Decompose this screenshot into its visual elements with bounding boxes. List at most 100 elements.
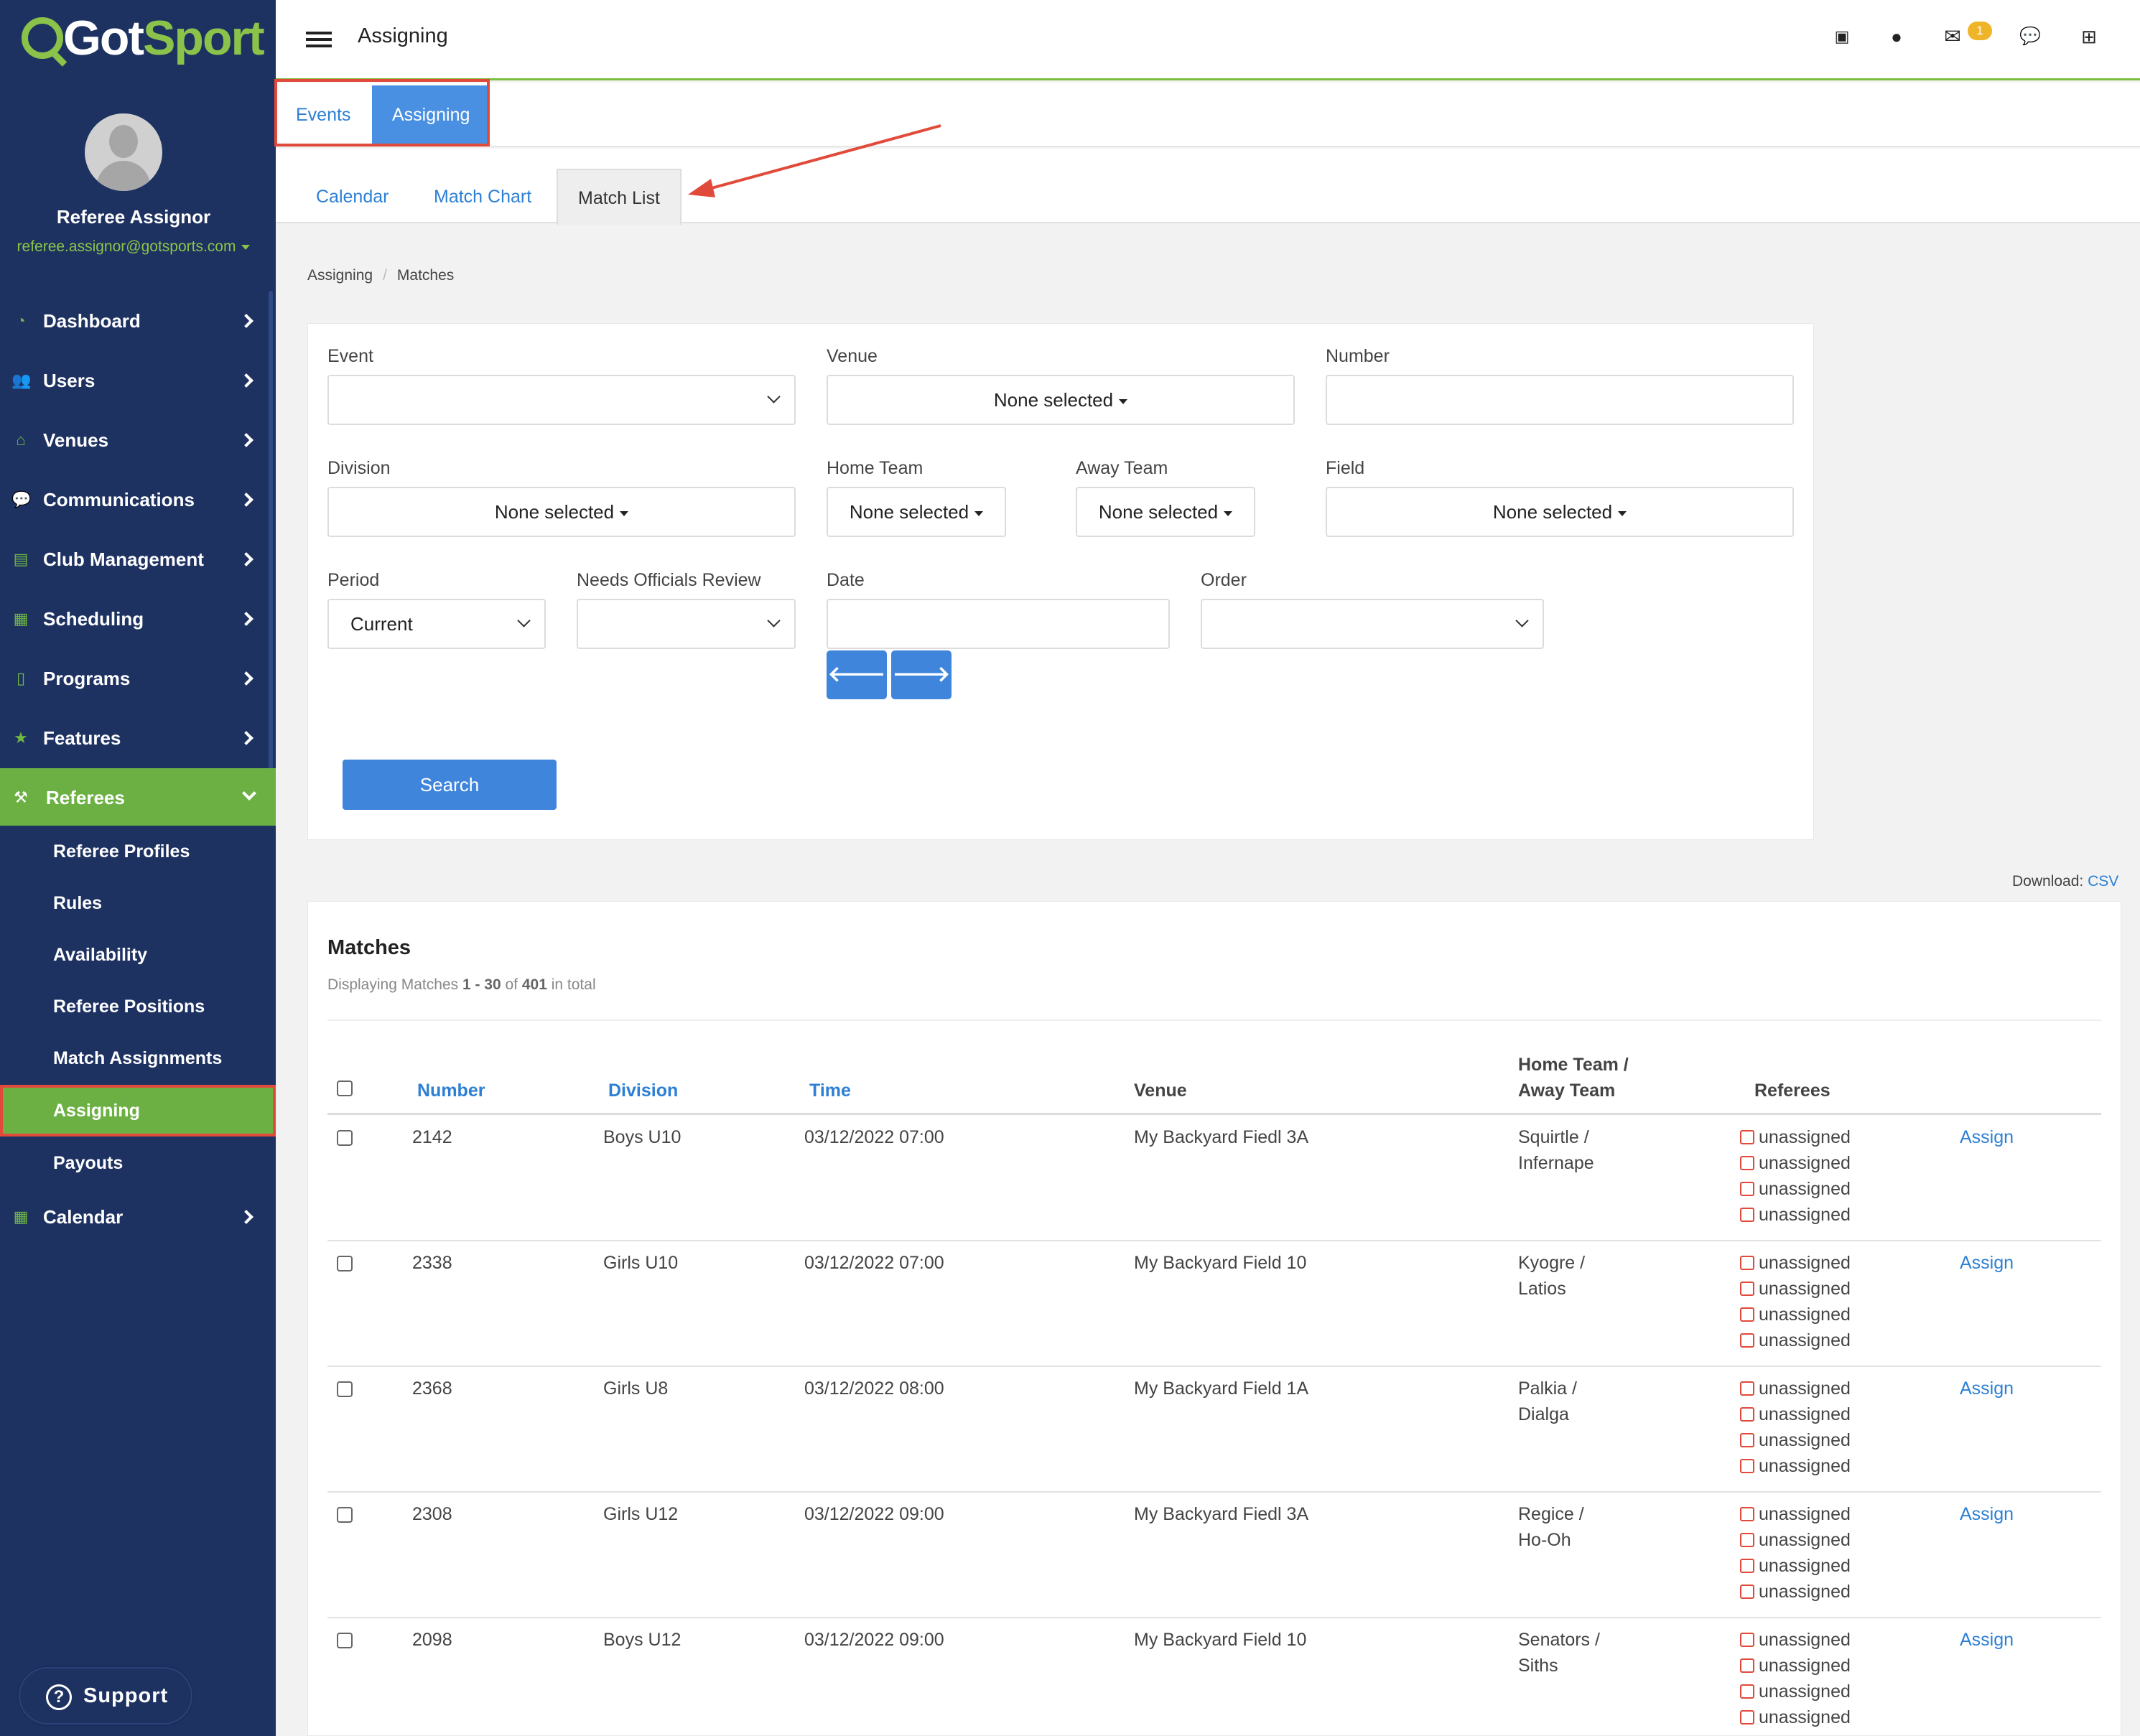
row-checkbox[interactable] [337, 1256, 353, 1271]
away-team-multiselect[interactable]: None selected [1076, 487, 1255, 537]
needs-review-select[interactable] [577, 599, 796, 649]
assign-link[interactable]: Assign [1960, 1378, 2014, 1399]
breadcrumb-assigning[interactable]: Assigning [307, 267, 373, 284]
sidebar-item-users[interactable]: 👥 Users [0, 351, 276, 410]
referee-slot[interactable]: unassigned [1740, 1330, 1851, 1351]
next-date-button[interactable]: 🡒 [891, 650, 952, 699]
away-team-column-header: Away Team [1518, 1081, 1616, 1101]
division-column-header[interactable]: Division [608, 1081, 678, 1101]
sidebar-item-club-management[interactable]: ▤ Club Management [0, 530, 276, 589]
sidebar-subitem-assigning[interactable]: Assigning [0, 1085, 276, 1137]
sidebar-subitem-match-assignments[interactable]: Match Assignments [0, 1032, 276, 1084]
referee-slot[interactable]: unassigned [1740, 1179, 1851, 1200]
referee-slot[interactable]: unassigned [1740, 1253, 1851, 1274]
referee-slot[interactable]: unassigned [1740, 1656, 1851, 1676]
highlight-box [274, 79, 490, 146]
assign-link[interactable]: Assign [1960, 1630, 2014, 1651]
referee-slot[interactable]: unassigned [1740, 1153, 1851, 1174]
field-multiselect[interactable]: None selected [1326, 487, 1794, 537]
csv-download-link[interactable]: CSV [2088, 873, 2118, 890]
order-label: Order [1201, 570, 1247, 590]
sidebar-subitem-referee-positions[interactable]: Referee Positions [0, 981, 276, 1032]
referee-slot[interactable]: unassigned [1740, 1430, 1851, 1451]
sidebar-item-features[interactable]: ★ Features [0, 709, 276, 767]
division-multiselect[interactable]: None selected [327, 487, 796, 537]
annotation-arrow [688, 124, 941, 197]
sidebar-subitem-rules[interactable]: Rules [0, 877, 276, 929]
assign-link[interactable]: Assign [1960, 1253, 2014, 1274]
row-checkbox[interactable] [337, 1130, 353, 1146]
referee-slot[interactable]: unassigned [1740, 1404, 1851, 1425]
sidebar-subitem-payouts[interactable]: Payouts [0, 1137, 276, 1189]
tab-calendar[interactable]: Calendar [296, 169, 409, 225]
chevron-right-icon [239, 671, 253, 686]
scheduling-icon: ▦ [13, 610, 29, 627]
referee-slot[interactable]: unassigned [1740, 1630, 1851, 1651]
number-column-header[interactable]: Number [417, 1081, 485, 1101]
period-select[interactable]: Current [327, 599, 546, 649]
sidebar-subitem-referee-profiles[interactable]: Referee Profiles [0, 826, 276, 877]
sidebar-item-scheduling[interactable]: ▦ Scheduling [0, 589, 276, 648]
hamburger-menu-icon[interactable] [306, 32, 332, 49]
select-all-checkbox[interactable] [337, 1081, 353, 1096]
sidebar-item-dashboard[interactable]: ◔ Dashboard [0, 291, 276, 350]
search-button[interactable]: Search [343, 760, 557, 810]
referee-slot[interactable]: unassigned [1740, 1127, 1851, 1148]
sidebar-item-venues[interactable]: ⌂ Venues [0, 411, 276, 470]
assign-link[interactable]: Assign [1960, 1127, 2014, 1148]
sidebar-subitem-availability[interactable]: Availability [0, 929, 276, 981]
referee-slot[interactable]: unassigned [1740, 1504, 1851, 1525]
venue-multiselect[interactable]: None selected [827, 375, 1295, 425]
sidebar-item-calendar[interactable]: ▦ Calendar [0, 1187, 276, 1246]
time-column-header[interactable]: Time [809, 1081, 851, 1101]
referee-slot[interactable]: unassigned [1740, 1556, 1851, 1577]
event-select[interactable] [327, 375, 796, 425]
mail-icon[interactable]: ✉ [1942, 26, 1963, 47]
referee-slot[interactable]: unassigned [1740, 1582, 1851, 1602]
page-title: Assigning [358, 24, 448, 47]
user-icon[interactable]: ● [1886, 26, 1907, 47]
logo-mark-icon [22, 17, 63, 59]
tab-match-chart[interactable]: Match Chart [414, 169, 552, 225]
help-icon: ? [46, 1684, 72, 1710]
row-checkbox[interactable] [337, 1633, 353, 1648]
caret-down-icon [1618, 510, 1627, 516]
previous-date-button[interactable]: 🡐 [827, 650, 887, 699]
referee-slot[interactable]: unassigned [1740, 1205, 1851, 1226]
qr-code-icon[interactable]: ▣ [1831, 26, 1853, 47]
sidebar-item-programs[interactable]: ▯ Programs [0, 649, 276, 708]
caret-down-icon [1119, 398, 1128, 404]
gotsport-logo[interactable]: GotSport [0, 0, 276, 80]
tab-match-list[interactable]: Match List [557, 169, 681, 225]
logo-text-sport: Sport [143, 11, 265, 65]
sidebar-item-communications[interactable]: 💬 Communications [0, 470, 276, 529]
referee-slot[interactable]: unassigned [1740, 1305, 1851, 1325]
caret-down-icon [241, 244, 251, 250]
home-team-multiselect[interactable]: None selected [827, 487, 1006, 537]
order-select[interactable] [1201, 599, 1544, 649]
date-input[interactable] [827, 599, 1170, 649]
chat-icon: 💬 [11, 490, 32, 508]
chevron-down-icon [242, 786, 256, 801]
support-button[interactable]: ? Support [19, 1667, 192, 1725]
assign-link[interactable]: Assign [1960, 1504, 2014, 1525]
profile-email-dropdown[interactable]: referee.assignor@gotsports.com [0, 238, 267, 256]
row-checkbox[interactable] [337, 1507, 353, 1523]
apps-grid-icon[interactable]: ⊞ [2078, 26, 2100, 47]
referee-slot[interactable]: unassigned [1740, 1707, 1851, 1728]
referee-slot[interactable]: unassigned [1740, 1456, 1851, 1477]
referee-slot[interactable]: unassigned [1740, 1681, 1851, 1702]
sidebar-item-label: Club Management [43, 548, 204, 570]
support-label: Support [83, 1684, 169, 1707]
referee-slot[interactable]: unassigned [1740, 1378, 1851, 1399]
referee-slot[interactable]: unassigned [1740, 1530, 1851, 1551]
sidebar-item-referees[interactable]: ⚒ Referees [0, 768, 276, 827]
field-label: Field [1326, 458, 1365, 478]
chat-icon[interactable]: 💬 [2019, 26, 2041, 47]
match-home-team: Kyogre / [1518, 1253, 1586, 1273]
top-bar: Assigning ▣ ● ✉ 💬 ⊞ [276, 0, 2140, 80]
referee-slot[interactable]: unassigned [1740, 1279, 1851, 1299]
number-input[interactable] [1326, 375, 1794, 425]
chevron-right-icon [239, 731, 253, 745]
row-checkbox[interactable] [337, 1381, 353, 1397]
